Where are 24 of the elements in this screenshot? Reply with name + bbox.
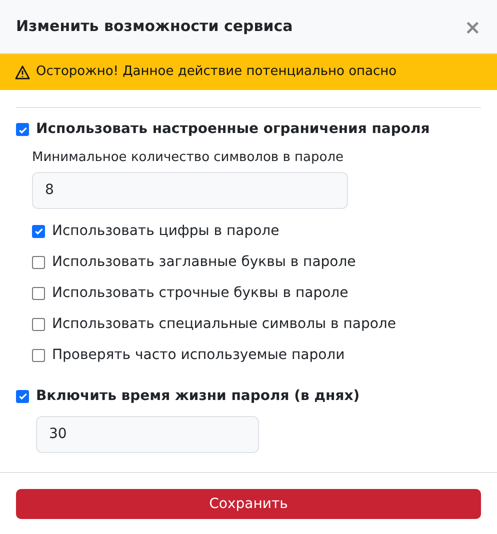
check-icon <box>18 124 28 134</box>
input-field[interactable]: 30 <box>36 416 259 452</box>
checkbox[interactable] <box>32 256 45 268</box>
warning-text: Осторожно! Данное действие потенциально опасно <box>36 63 397 82</box>
warning-icon <box>15 64 30 80</box>
checkbox-label: Использовать специальные символы в пароле <box>52 314 396 334</box>
checkbox[interactable] <box>32 318 45 330</box>
check-icon <box>34 226 44 236</box>
checkbox-label: Проверять часто используемые пароли <box>52 346 345 364</box>
checkbox-label: Включить время жизни пароля (в днях) <box>36 386 360 406</box>
checkbox-label: Использовать строчные буквы в пароле <box>52 284 348 302</box>
save-button[interactable]: Сохранить <box>16 489 481 519</box>
checkbox[interactable] <box>16 390 29 402</box>
checkbox-label: Использовать заглавные буквы в пароле <box>52 252 356 272</box>
dialog-title: Изменить возможности сервиса <box>16 16 293 38</box>
checkbox[interactable] <box>32 286 45 300</box>
checkbox-label: Использовать настроенные ограничения пароля <box>36 120 430 139</box>
checkbox-label: Использовать цифры в пароле <box>52 222 280 240</box>
field-label: Минимальное количество символов в пароле <box>32 149 344 167</box>
checkbox[interactable] <box>16 123 29 136</box>
checkbox[interactable] <box>32 224 45 238</box>
input-field[interactable]: 8 <box>32 172 348 208</box>
checkbox[interactable] <box>32 348 45 362</box>
check-icon <box>18 391 28 401</box>
